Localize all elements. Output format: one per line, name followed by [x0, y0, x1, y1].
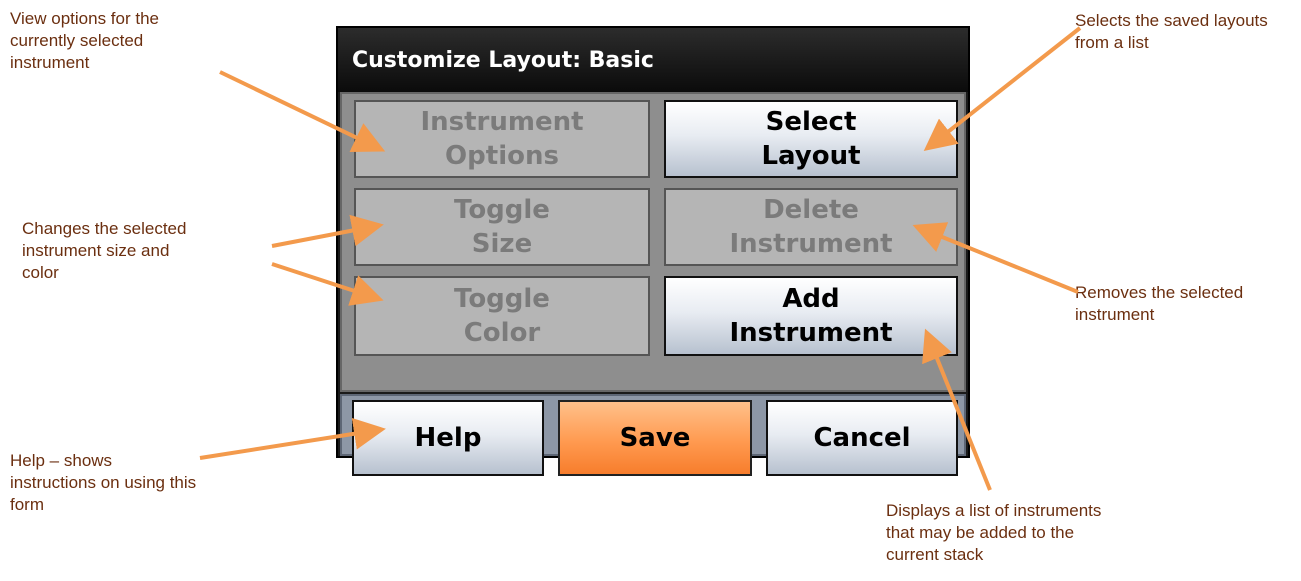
annotation-arrows: [199, 26, 1082, 491]
arrow-instrument-options: [219, 70, 386, 153]
arrow-delete-instrument: [912, 222, 1079, 294]
arrow-help: [199, 417, 386, 460]
arrow-select-layout: [923, 26, 1082, 151]
arrow-toggle-color: [271, 262, 384, 306]
arrow-toggle-size: [271, 214, 384, 248]
arrow-add-instrument: [922, 328, 992, 491]
